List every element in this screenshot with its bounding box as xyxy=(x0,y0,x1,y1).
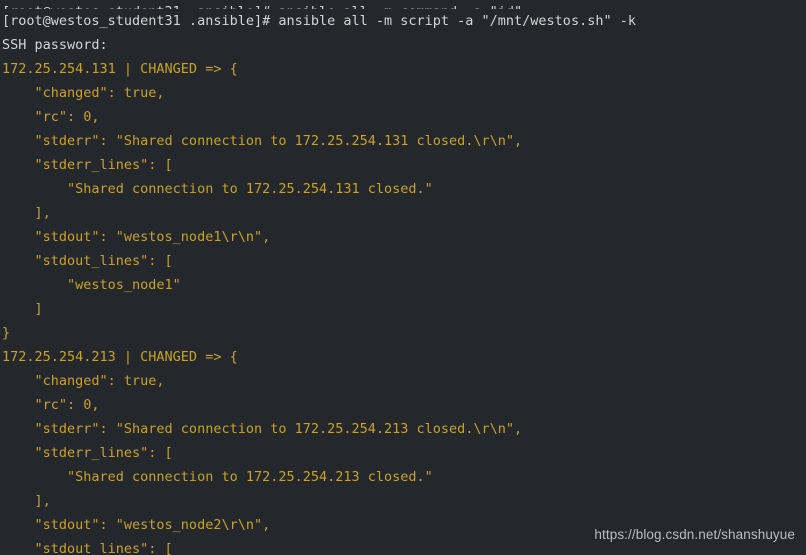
terminal-line-host2-stderr: "stderr": "Shared connection to 172.25.2… xyxy=(2,421,523,437)
terminal-line-host1-stdout-lines-open: "stdout_lines": [ xyxy=(2,253,173,269)
terminal-screen[interactable]: [root@westos_student31 .ansible]# ansibl… xyxy=(0,0,806,555)
terminal-line-host2-header: 172.25.254.213 | CHANGED => { xyxy=(2,349,238,365)
terminal-line-host1-stderr: "stderr": "Shared connection to 172.25.2… xyxy=(2,133,523,149)
terminal-line-host2-stderr-line-1: "Shared connection to 172.25.254.213 clo… xyxy=(2,469,433,485)
terminal-window[interactable]: [root@westos_student31 .ansible]# ansibl… xyxy=(0,0,806,555)
terminal-line-host1-stdout: "stdout": "westos_node1\r\n", xyxy=(2,229,271,245)
terminal-output: [root@westos_student31 .ansible]# ansibl… xyxy=(2,9,806,555)
terminal-line-cmd-1: [root@westos_student31 .ansible]# ansibl… xyxy=(2,13,636,29)
terminal-line-host1-stderr-lines-open: "stderr_lines": [ xyxy=(2,157,173,173)
terminal-line-host1-rc: "rc": 0, xyxy=(2,109,100,125)
watermark-url: https://blog.csdn.net/shanshuyue xyxy=(594,527,795,542)
terminal-line-truncated: [root@westos_student31 .ansible]# ansibl… xyxy=(2,0,806,9)
terminal-line-host1-stderr-lines-close: ], xyxy=(2,205,51,221)
terminal-line-ssh-password: SSH password: xyxy=(2,37,108,53)
terminal-line-host2-rc: "rc": 0, xyxy=(2,397,100,413)
terminal-line-host1-stdout-lines-close: ] xyxy=(2,301,43,317)
terminal-line-host2-changed: "changed": true, xyxy=(2,373,165,389)
terminal-line-host2-stderr-lines-close: ], xyxy=(2,493,51,509)
terminal-line-host1-header: 172.25.254.131 | CHANGED => { xyxy=(2,61,238,77)
terminal-line-host1-close: } xyxy=(2,325,11,341)
terminal-line-host1-stdout-line-1: "westos_node1" xyxy=(2,277,181,293)
terminal-line-host1-changed: "changed": true, xyxy=(2,85,165,101)
terminal-line-host2-stderr-lines-open: "stderr_lines": [ xyxy=(2,445,173,461)
terminal-line-host1-stderr-line-1: "Shared connection to 172.25.254.131 clo… xyxy=(2,181,433,197)
